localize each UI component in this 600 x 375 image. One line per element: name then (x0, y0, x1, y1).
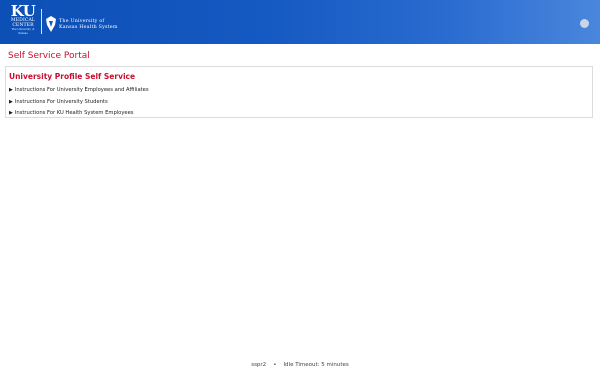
logo-university-small-text: The University of Kansas (11, 28, 35, 35)
expand-triangle-icon: ▶ (9, 87, 13, 93)
health-system-logo-text: The University of Kansas Health System (59, 19, 118, 31)
instructions-health-system-label: Instructions For KU Health System Employ… (14, 110, 134, 116)
footer-separator: • (273, 362, 277, 368)
instructions-employees-toggle[interactable]: ▶ Instructions For University Employees a… (9, 86, 149, 94)
expand-triangle-icon: ▶ (9, 110, 13, 116)
ku-medical-center-logo[interactable]: KU MEDICAL CENTER The University of Kans… (7, 2, 39, 36)
instructions-students-label: Instructions For University Students (14, 99, 108, 105)
user-menu-icon[interactable] (580, 19, 589, 28)
footer-server-name: sspr2 (251, 362, 267, 368)
footer-idle-timeout: Idle Timeout: 5 minutes (283, 362, 349, 368)
expand-triangle-icon: ▶ (9, 99, 13, 105)
logo-ku-text: KU (10, 2, 36, 20)
jayhawk-icon (46, 16, 56, 32)
logo-divider (41, 9, 42, 34)
logo-system-line2: Kansas Health System (59, 25, 118, 30)
page-title: Self Service Portal (8, 51, 90, 61)
instructions-students-toggle[interactable]: ▶ Instructions For University Students (9, 98, 108, 106)
self-service-panel: University Profile Self Service ▶ Instruc… (5, 66, 593, 118)
footer: sspr2 • Idle Timeout: 5 minutes (0, 361, 600, 369)
instructions-health-system-toggle[interactable]: ▶ Instructions For KU Health System Emplo… (9, 109, 134, 117)
instructions-employees-label: Instructions For University Employees an… (14, 87, 149, 93)
panel-title: University Profile Self Service (9, 72, 136, 81)
top-header-bar: KU MEDICAL CENTER The University of Kans… (0, 0, 600, 44)
